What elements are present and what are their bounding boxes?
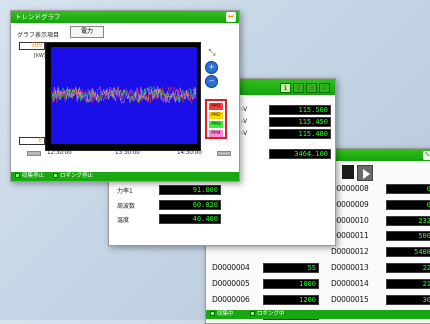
device-id-label: D0000013 (331, 263, 369, 272)
stop-logging-text: ロギング停止 (60, 173, 94, 179)
y-max-value: 500 (31, 42, 42, 49)
scroll-right-button[interactable] (217, 151, 231, 156)
trend-plot (51, 47, 197, 144)
device-value-box: 1200 (263, 294, 319, 305)
measure-value-box: 91.000 (159, 185, 221, 195)
x-tick-label: 14:30:00 (177, 150, 202, 156)
stop-button[interactable] (342, 165, 354, 179)
measure-label: 力率1 (117, 188, 133, 195)
device-value-box: 500 (386, 231, 430, 242)
device-id-label: D0000015 (331, 294, 369, 304)
x-tick-label: 12:30:00 (47, 150, 72, 156)
device-id-label: D0000006 (212, 294, 250, 304)
zoom-out-button[interactable]: − (205, 75, 218, 88)
y-max-box: 500 (19, 42, 45, 50)
device-value-box: 0 (386, 184, 430, 194)
device-value-box: 232 (386, 215, 430, 226)
device-id-label: D0000008 (331, 184, 369, 193)
collect-status: 収集中 (210, 310, 234, 319)
measure-value-box: 40.400 (159, 214, 221, 224)
measure-label: 温度 (117, 217, 130, 224)
device-id-label: D0000014 (331, 278, 369, 288)
scroll-left-button[interactable] (27, 151, 41, 156)
device-id-label: D0000009 (331, 199, 369, 209)
return-arrow-icon: ↩ (227, 12, 235, 21)
settings-icon[interactable]: ✎ (423, 151, 430, 160)
trend-graph-window: トレンドグラフ ↩ グラフ表示項目 電力 500 [kW] 0 ⤡ + − PM… (10, 10, 240, 182)
device-id-label: D0000004 (212, 263, 250, 272)
device-value-box: 0 (386, 199, 430, 210)
cursor-tool-button[interactable]: ⤡ (206, 47, 218, 59)
device-value-box: 55 (263, 263, 319, 273)
play-button[interactable] (357, 165, 373, 181)
device-value-box: 30 (386, 294, 430, 305)
page-button-3[interactable]: 3 (306, 83, 317, 93)
play-icon (363, 169, 370, 179)
device-value-box: 22 (386, 263, 430, 273)
zoom-out-icon: − (208, 77, 215, 85)
collect-status-text: 収集中 (217, 311, 234, 317)
stop-collect-led (15, 173, 20, 178)
y-min-box: 0 (19, 137, 45, 145)
voltage-value-box: 115.450 (269, 117, 331, 127)
back-button[interactable]: ↩ (226, 12, 236, 22)
display-item-select[interactable]: 電力 (70, 26, 104, 38)
legend-item: PM1 (209, 103, 223, 110)
trend-graph-titlebar: トレンドグラフ (11, 11, 239, 23)
device-id-label: D0000010 (331, 215, 369, 225)
voltage-label: -Ⅴ (241, 106, 248, 113)
device-value-box: 1000 (263, 278, 319, 289)
logging-status: ロギング中 (250, 310, 285, 319)
page-button-1[interactable]: 1 (280, 83, 291, 93)
voltage-value-box: 115.500 (269, 105, 331, 115)
trend-plot-frame (45, 42, 201, 151)
voltage-label: -Ⅴ (241, 118, 248, 125)
display-item-value: 電力 (80, 28, 93, 35)
series-legend: PM1 PM2 PM3 PM4 (205, 99, 227, 139)
voltage-label: -Ⅴ (241, 130, 248, 137)
page-button-2[interactable]: 2 (293, 83, 304, 93)
legend-item: PM4 (209, 130, 223, 137)
y-unit-label: [kW] (34, 53, 46, 59)
x-tick-label: 13:30:00 (115, 150, 140, 156)
stop-collect-text: 収集停止 (22, 173, 45, 179)
logging-status-text: ロギング中 (257, 311, 285, 317)
device-value-box: 21 (386, 278, 430, 289)
device-value-box: 5408 (386, 247, 430, 258)
device-monitor-statusbar: 収集中 ロギング中 (206, 310, 430, 319)
trend-statusbar: 収集停止 ロギング停止 (11, 172, 239, 181)
measure-label: 周波数 (117, 202, 136, 210)
stop-collect-status: 収集停止 (15, 172, 44, 181)
voltage-value-box: 115.480 (269, 129, 331, 139)
legend-item: PM2 (209, 112, 223, 119)
collect-led (210, 311, 215, 316)
page-button-4[interactable]: 4 (319, 83, 330, 93)
legend-item: PM3 (209, 121, 223, 128)
y-min-value: 0 (38, 137, 42, 144)
measure-value-box: 60.020 (159, 199, 221, 210)
device-id-label: D0000012 (331, 247, 369, 257)
device-id-label: D0000011 (331, 231, 369, 241)
zoom-in-icon: + (208, 63, 215, 71)
display-item-label: グラフ表示項目 (17, 32, 60, 39)
stop-logging-status: ロギング停止 (53, 172, 93, 181)
stop-logging-led (53, 173, 58, 178)
voltage-value-box: 3464.100 (269, 149, 331, 159)
window-title: トレンドグラフ (15, 13, 61, 21)
device-id-label: D0000005 (212, 278, 250, 288)
logging-led (250, 311, 255, 316)
zoom-in-button[interactable]: + (205, 61, 218, 74)
